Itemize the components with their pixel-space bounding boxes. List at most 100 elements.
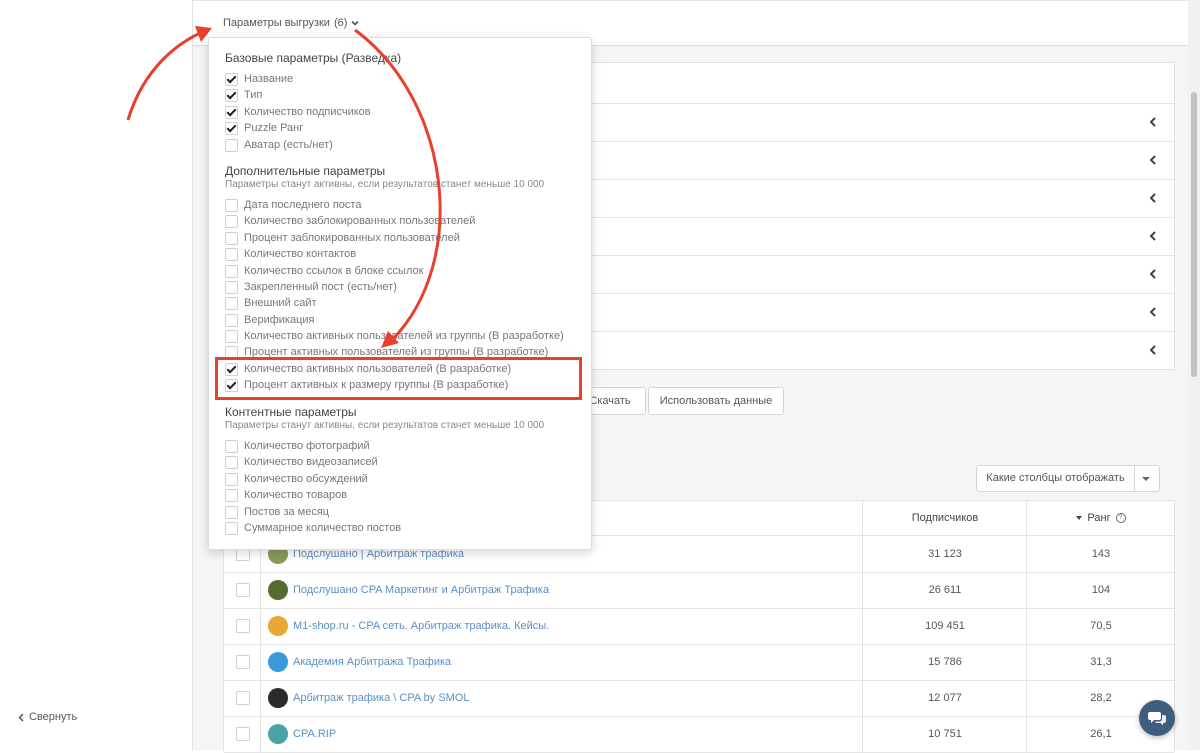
row-checkbox[interactable] [236,727,250,741]
param-checkbox[interactable]: Постов за месяц [225,504,329,520]
chevron-left-icon[interactable] [1148,268,1158,280]
param-checkbox[interactable]: Аватар (есть/нет) [225,137,333,153]
checkbox[interactable] [225,472,238,486]
param-checkbox[interactable]: Количество фотографий [225,438,370,454]
scrollbar[interactable] [1188,0,1200,750]
avatar [268,724,288,744]
chevron-left-icon [18,712,24,722]
avatar [268,580,288,600]
param-label: Дата последнего поста [244,199,362,211]
param-label: Количество фотографий [244,440,370,452]
group-link[interactable]: Арбитраж трафика \ CPA by SMOL [293,680,470,716]
checkbox[interactable] [225,138,238,152]
param-checkbox[interactable]: Суммарное количество постов [225,520,401,536]
subscribers-cell: 31 123 [862,536,1027,572]
columns-select[interactable]: Какие столбцы отображать [976,465,1160,492]
avatar [268,616,288,636]
param-label: Процент активных пользователей из группы… [244,346,549,358]
chevron-left-icon[interactable] [1148,154,1158,166]
collapse-sidebar-button[interactable]: Свернуть [18,711,77,723]
param-label: Верификация [244,314,315,326]
subscribers-cell: 12 077 [862,680,1027,716]
table-row: Подслушано CPA Маркетинг и Арбитраж Траф… [224,572,1174,609]
checkbox[interactable] [225,198,238,212]
sort-desc-icon [1076,516,1083,520]
checkbox[interactable] [225,378,238,392]
param-checkbox[interactable]: Количество подписчиков [225,104,371,120]
columns-select-label: Какие столбцы отображать [977,466,1135,491]
chat-bubble-icon [1148,712,1166,726]
param-checkbox[interactable]: Количество контактов [225,246,356,262]
chevron-left-icon[interactable] [1148,230,1158,242]
param-checkbox[interactable]: Количество видеозаписей [225,454,378,470]
param-checkbox[interactable]: Процент заблокированных пользователей [225,230,460,246]
row-checkbox[interactable] [236,691,250,705]
checkbox[interactable] [225,455,238,469]
scrollbar-thumb[interactable] [1191,92,1197,377]
subscribers-cell: 26 611 [862,572,1027,608]
avatar [268,688,288,708]
checkbox[interactable] [225,72,238,86]
use-data-button[interactable]: Использовать данные [648,387,784,415]
param-checkbox[interactable]: Количество активных пользователей из гру… [225,328,564,344]
chevron-left-icon[interactable] [1148,306,1158,318]
column-header-rank[interactable]: Ранг ? [1026,501,1175,535]
checkbox[interactable] [225,121,238,135]
param-checkbox[interactable]: Puzzle Ранг [225,120,303,136]
param-checkbox[interactable]: Закрепленный пост (есть/нет) [225,279,397,295]
group-link[interactable]: Академия Арбитража Трафика [293,644,451,680]
help-icon[interactable]: ? [1115,513,1126,523]
param-checkbox[interactable]: Количество ссылок в блоке ссылок [225,263,423,279]
param-checkbox[interactable]: Верификация [225,312,315,328]
divider [260,572,261,608]
param-checkbox[interactable]: Количество товаров [225,487,347,503]
section-subtitle-content: Параметры станут активны, если результат… [225,420,545,431]
checkbox[interactable] [225,439,238,453]
checkbox[interactable] [225,264,238,278]
rank-cell: 104 [1026,572,1175,608]
param-checkbox[interactable]: Дата последнего поста [225,197,361,213]
checkbox[interactable] [225,231,238,245]
param-label: Количество контактов [244,248,357,260]
group-link[interactable]: Подслушано CPA Маркетинг и Арбитраж Траф… [293,572,549,608]
param-checkbox[interactable]: Количество активных пользователей (В раз… [225,361,511,377]
chevron-left-icon[interactable] [1148,116,1158,128]
param-checkbox[interactable]: Название [225,71,293,87]
chat-button[interactable] [1139,700,1175,736]
checkbox[interactable] [225,505,238,519]
export-params-toggle[interactable]: Параметры выгрузки (6) [223,17,359,29]
checkbox[interactable] [225,345,238,359]
param-label: Внешний сайт [244,297,317,309]
row-checkbox[interactable] [236,655,250,669]
checkbox[interactable] [225,329,238,343]
param-checkbox[interactable]: Внешний сайт [225,295,317,311]
checkbox[interactable] [225,214,238,228]
param-checkbox[interactable]: Процент активных пользователей из группы… [225,344,548,360]
param-label: Количество товаров [244,489,348,501]
param-checkbox[interactable]: Тип [225,87,262,103]
row-checkbox[interactable] [236,583,250,597]
checkbox[interactable] [225,313,238,327]
checkbox[interactable] [225,280,238,294]
param-label: Количество активных пользователей (В раз… [244,363,512,375]
checkbox[interactable] [225,105,238,119]
group-link[interactable]: M1-shop.ru - CPA сеть. Арбитраж трафика.… [293,608,549,644]
chevron-left-icon[interactable] [1148,192,1158,204]
checkbox[interactable] [225,488,238,502]
checkbox[interactable] [225,521,238,535]
param-checkbox[interactable]: Процент активных к размеру группы (В раз… [225,377,508,393]
column-header-subscribers[interactable]: Подписчиков [862,501,1027,535]
caret-down-icon[interactable] [1142,477,1150,481]
param-label: Puzzle Ранг [244,122,304,134]
param-checkbox[interactable]: Количество заблокированных пользователей [225,213,475,229]
checkbox[interactable] [225,296,238,310]
chevron-left-icon[interactable] [1148,344,1158,356]
checkbox[interactable] [225,362,238,376]
group-link[interactable]: CPA.RIP [293,716,336,752]
row-checkbox[interactable] [236,619,250,633]
divider [260,608,261,644]
checkbox[interactable] [225,247,238,261]
checkbox[interactable] [225,88,238,102]
avatar [268,652,288,672]
param-checkbox[interactable]: Количество обсуждений [225,471,368,487]
